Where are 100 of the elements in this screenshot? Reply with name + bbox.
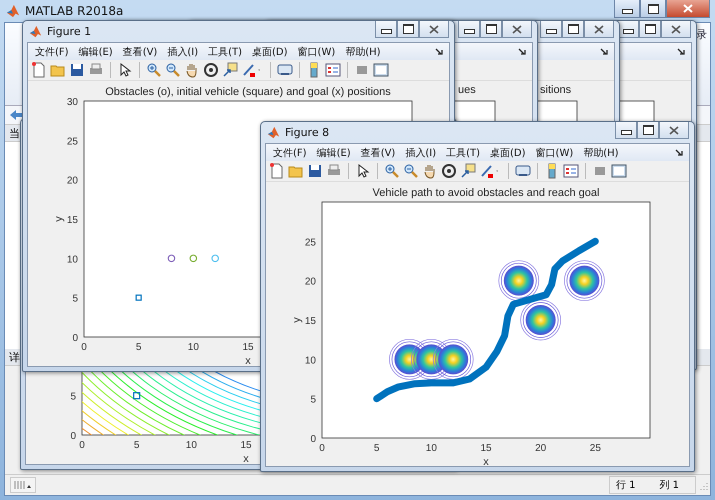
link-icon[interactable] [515,163,531,179]
minimize-button[interactable] [375,21,397,38]
tick-label: 20 [535,443,546,454]
menu-item[interactable]: 编辑(E) [74,44,118,58]
tick-label: 5 [134,440,140,451]
menu-item[interactable]: 帮助(H) [340,44,386,58]
axis-label: y [291,317,303,323]
close-icon [671,24,681,34]
menu-item[interactable]: 查看(V) [118,44,162,58]
menu-item[interactable]: 窗口(W) [292,44,340,58]
tick-label: 0 [81,342,87,353]
menu-item[interactable]: 工具(T) [203,44,248,58]
new-file-icon[interactable] [31,62,47,78]
tick-label: 15 [66,215,78,226]
resize-grip-icon[interactable] [698,480,708,490]
panel-title: 详 [9,350,20,364]
menu-item[interactable]: 插入(I) [400,146,442,160]
maximize-button[interactable] [562,21,584,38]
menu-item[interactable]: 文件(F) [30,44,74,58]
menu-item[interactable]: 编辑(E) [312,146,356,160]
new-file-icon[interactable] [269,163,285,179]
window-icon[interactable] [611,163,627,179]
legend-icon[interactable] [563,163,579,179]
minimize-button[interactable] [458,21,480,38]
zoom-in-icon[interactable] [146,62,162,78]
maximize-button[interactable] [480,21,502,38]
tick-label: 0 [72,333,78,344]
matlab-logo-icon [6,4,20,18]
obstacle-contour-drawing [432,338,474,380]
back-arrow-icon[interactable] [9,109,23,121]
bars-icon [13,480,33,490]
data-cursor-icon[interactable] [222,62,238,78]
close-icon [429,24,439,34]
legend-icon[interactable] [325,62,341,78]
obstacle-contour-drawing [498,260,540,302]
panel-title: 当 [9,126,20,140]
dock-arrow-icon[interactable] [677,48,686,56]
link-icon[interactable] [277,62,293,78]
minimize-button[interactable] [614,0,640,18]
row-indicator: 行 1 [616,479,636,492]
tick-label: 30 [66,97,78,108]
menu-item[interactable]: 桌面(D) [247,44,293,58]
menu-item[interactable]: 桌面(D) [485,146,531,160]
zoom-out-icon[interactable] [403,163,419,179]
tick-label: 15 [240,440,252,451]
menu-item[interactable]: 文件(F) [268,146,312,160]
dock-arrow-icon[interactable] [675,148,684,156]
close-button[interactable] [419,21,449,38]
status-button[interactable] [10,477,36,493]
window-title: Figure 8 [285,126,330,139]
save-icon[interactable] [69,62,85,78]
plot-title: sitions [540,84,572,96]
close-icon [512,24,522,34]
dock-arrow-icon[interactable] [518,48,527,56]
brush-icon[interactable] [241,62,257,78]
menu-item[interactable]: 查看(V) [356,146,400,160]
minimize-button[interactable] [540,21,562,38]
minimize-button[interactable] [615,122,637,139]
maximize-button[interactable] [639,21,661,38]
tick-label: 25 [304,237,316,248]
zoom-out-icon[interactable] [165,62,181,78]
obstacle-contour-drawing [520,300,562,340]
dock-arrow-icon[interactable] [600,48,609,56]
tick-label: 0 [70,431,76,442]
close-icon [669,126,679,134]
maximize-button[interactable] [640,0,666,18]
tick-label: 10 [186,440,197,451]
column-indicator: 列 1 [659,479,679,492]
tick-label: 10 [188,342,199,353]
close-button[interactable] [661,21,691,38]
menu-item[interactable]: 工具(T) [441,146,486,160]
zoom-in-icon[interactable] [384,163,400,179]
close-icon [594,24,604,34]
axis-label: x [483,456,489,466]
menu-item[interactable]: 帮助(H) [578,146,624,160]
window-icon[interactable] [373,62,389,78]
tick-label: 5 [72,294,78,305]
close-button[interactable] [666,0,710,18]
tick-label: 5 [310,394,316,406]
tick-label: 5 [70,392,76,403]
tick-label: 10 [426,443,437,454]
tick-label: 0 [310,434,316,445]
obstacle-contour-drawing [564,260,605,302]
save-icon[interactable] [307,163,323,179]
brush-icon[interactable] [479,163,495,179]
tick-label: 10 [304,355,316,366]
close-icon [683,4,693,13]
tick-label: 0 [319,443,325,454]
close-button[interactable] [502,21,532,38]
data-cursor-icon[interactable] [460,163,476,179]
close-button[interactable] [584,21,614,38]
window-title: Figure 1 [47,25,92,38]
close-button[interactable] [659,122,689,139]
menu-item[interactable]: 插入(I) [162,44,204,58]
menu-item[interactable]: 窗口(W) [530,146,578,160]
maximize-button[interactable] [397,21,419,38]
dock-arrow-icon[interactable] [435,48,444,56]
maximize-button[interactable] [637,122,659,139]
header-text: 录 [696,27,707,42]
window-title: MATLAB R2018a [25,4,124,18]
